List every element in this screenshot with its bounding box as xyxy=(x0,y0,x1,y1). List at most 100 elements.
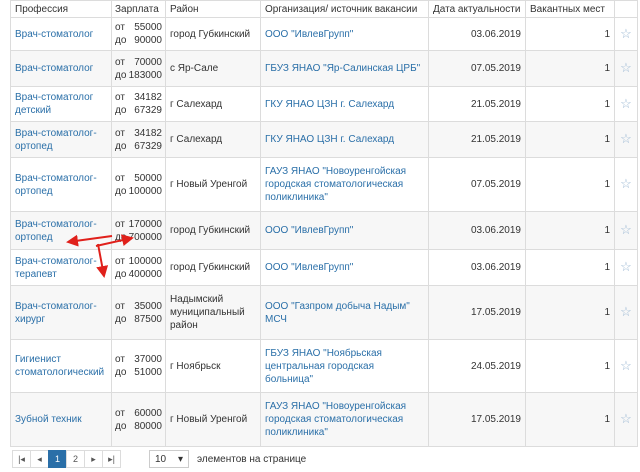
table-row: Врач-стоматолог-ортопед от 34182 до 67329 г С… xyxy=(10,121,638,158)
salary-from: 50000 xyxy=(134,172,162,184)
profession-link[interactable]: Врач-стоматолог-терапевт xyxy=(15,256,97,280)
salary-to: 700000 xyxy=(128,231,162,243)
chevron-down-icon: ▾ xyxy=(177,453,183,465)
favorite-cell: ☆ xyxy=(614,392,638,447)
organization-cell: ООО "Газпром добыча Надым" МСЧ xyxy=(260,285,429,340)
last-page-button[interactable]: ▸| xyxy=(102,450,121,468)
profession-link[interactable]: Врач-стоматолог-хирург xyxy=(15,301,97,325)
profession-cell: Врач-стоматолог-ортопед xyxy=(10,211,112,250)
first-page-button[interactable]: |◂ xyxy=(12,450,31,468)
favorite-cell: ☆ xyxy=(614,285,638,340)
table-row: Зубной техник от 60000 до 80000 г Новый Уренг… xyxy=(10,392,638,447)
profession-cell: Гигиенист стоматологический xyxy=(10,339,112,393)
organization-link[interactable]: ООО "ИвлевГрупп" xyxy=(265,29,353,40)
salary-from-prefix: от xyxy=(115,56,125,68)
table-row: Врач-стоматолог-хирург от 35000 до 87500 Нады… xyxy=(10,285,638,340)
organization-cell: ООО "ИвлевГрупп" xyxy=(260,17,429,51)
salary-cell: от 50000 до 100000 xyxy=(111,157,166,212)
date-cell: 17.05.2019 xyxy=(428,392,526,447)
star-icon[interactable]: ☆ xyxy=(620,131,632,146)
organization-cell: ООО "ИвлевГрупп" xyxy=(260,211,429,250)
salary-to-prefix: до xyxy=(115,268,127,280)
star-icon[interactable]: ☆ xyxy=(620,96,632,111)
page-size-select[interactable]: 10 ▾ xyxy=(149,450,189,468)
column-header-profession[interactable]: Профессия xyxy=(10,0,112,18)
profession-link[interactable]: Врач-стоматолог-ортопед xyxy=(15,128,97,152)
organization-link[interactable]: ГАУЗ ЯНАО "Новоуренгойская городская сто… xyxy=(265,166,406,203)
star-icon[interactable]: ☆ xyxy=(620,304,632,319)
prev-page-button[interactable]: ◂ xyxy=(30,450,49,468)
favorite-cell: ☆ xyxy=(614,50,638,87)
column-header-favorite xyxy=(614,0,638,18)
organization-link[interactable]: ГКУ ЯНАО ЦЗН г. Салехард xyxy=(265,99,394,110)
salary-to: 90000 xyxy=(134,35,162,46)
salary-from: 60000 xyxy=(134,407,162,419)
star-icon[interactable]: ☆ xyxy=(620,26,632,41)
salary-to-prefix: до xyxy=(115,420,127,432)
salary-to-prefix: до xyxy=(115,105,127,116)
column-header-region[interactable]: Район xyxy=(165,0,261,18)
star-icon[interactable]: ☆ xyxy=(620,176,632,191)
organization-link[interactable]: ООО "ИвлевГрупп" xyxy=(265,262,353,273)
vacancies-cell: 1 xyxy=(525,121,615,158)
salary-from-prefix: от xyxy=(115,255,125,267)
favorite-cell: ☆ xyxy=(614,157,638,212)
table-row: Врач-стоматолог-терапевт от 100000 до 400000… xyxy=(10,249,638,286)
date-cell: 24.05.2019 xyxy=(428,339,526,393)
salary-to-prefix: до xyxy=(115,35,127,46)
column-header-organization[interactable]: Организация/ источник вакансии xyxy=(260,0,429,18)
star-icon[interactable]: ☆ xyxy=(620,222,632,237)
salary-to: 183000 xyxy=(128,69,162,81)
star-icon[interactable]: ☆ xyxy=(620,60,632,75)
vacancies-cell: 1 xyxy=(525,50,615,87)
next-page-button[interactable]: ▸ xyxy=(84,450,103,468)
organization-link[interactable]: ООО "ИвлевГрупп" xyxy=(265,225,353,236)
profession-link[interactable]: Зубной техник xyxy=(15,414,82,425)
salary-from-prefix: от xyxy=(115,22,125,33)
salary-to-prefix: до xyxy=(115,185,127,197)
star-icon[interactable]: ☆ xyxy=(620,358,632,373)
organization-link[interactable]: ГАУЗ ЯНАО "Новоуренгойская городская сто… xyxy=(265,401,406,438)
profession-cell: Врач-стоматолог-терапевт xyxy=(10,249,112,286)
date-cell: 03.06.2019 xyxy=(428,17,526,51)
vacancies-cell: 1 xyxy=(525,17,615,51)
profession-cell: Врач-стоматолог xyxy=(10,50,112,87)
salary-to-prefix: до xyxy=(115,313,127,325)
profession-link[interactable]: Врач-стоматолог детский xyxy=(15,92,93,116)
favorite-cell: ☆ xyxy=(614,249,638,286)
region-cell: г Новый Уренгой xyxy=(165,392,261,447)
column-header-salary[interactable]: Зарплата xyxy=(111,0,166,18)
organization-link[interactable]: ООО "Газпром добыча Надым" МСЧ xyxy=(265,301,410,325)
date-cell: 21.05.2019 xyxy=(428,121,526,158)
profession-link[interactable]: Гигиенист стоматологический xyxy=(15,354,104,378)
page-2-button[interactable]: 2 xyxy=(66,450,85,468)
profession-cell: Врач-стоматолог-ортопед xyxy=(10,157,112,212)
profession-link[interactable]: Врач-стоматолог xyxy=(15,63,93,74)
organization-link[interactable]: ГКУ ЯНАО ЦЗН г. Салехард xyxy=(265,134,394,145)
salary-cell: от 55000 до 90000 xyxy=(111,17,166,51)
star-icon[interactable]: ☆ xyxy=(620,411,632,426)
favorite-cell: ☆ xyxy=(614,86,638,122)
date-cell: 03.06.2019 xyxy=(428,211,526,250)
profession-link[interactable]: Врач-стоматолог xyxy=(15,29,93,40)
profession-link[interactable]: Врач-стоматолог-ортопед xyxy=(15,173,97,197)
region-cell: Надымский муниципальный район xyxy=(165,285,261,340)
salary-cell: от 70000 до 183000 xyxy=(111,50,166,87)
vacancies-cell: 1 xyxy=(525,392,615,447)
profession-link[interactable]: Врач-стоматолог-ортопед xyxy=(15,219,97,243)
favorite-cell: ☆ xyxy=(614,121,638,158)
salary-to: 67329 xyxy=(134,105,162,116)
salary-to: 100000 xyxy=(128,185,162,197)
organization-link[interactable]: ГБУЗ ЯНАО "Ноябрьская центральная городс… xyxy=(265,348,382,385)
star-icon[interactable]: ☆ xyxy=(620,259,632,274)
column-header-vacancies[interactable]: Вакантных мест xyxy=(525,0,615,18)
region-cell: г Салехард xyxy=(165,121,261,158)
table-row: Врач-стоматолог от 55000 до 90000 город Губки… xyxy=(10,17,638,51)
page-1-button[interactable]: 1 xyxy=(48,450,67,468)
vacancies-cell: 1 xyxy=(525,285,615,340)
organization-link[interactable]: ГБУЗ ЯНАО "Яр-Салинская ЦРБ" xyxy=(265,63,420,74)
region-cell: город Губкинский xyxy=(165,211,261,250)
date-cell: 07.05.2019 xyxy=(428,157,526,212)
vacancies-cell: 1 xyxy=(525,157,615,212)
column-header-date[interactable]: Дата актуальности xyxy=(428,0,526,18)
